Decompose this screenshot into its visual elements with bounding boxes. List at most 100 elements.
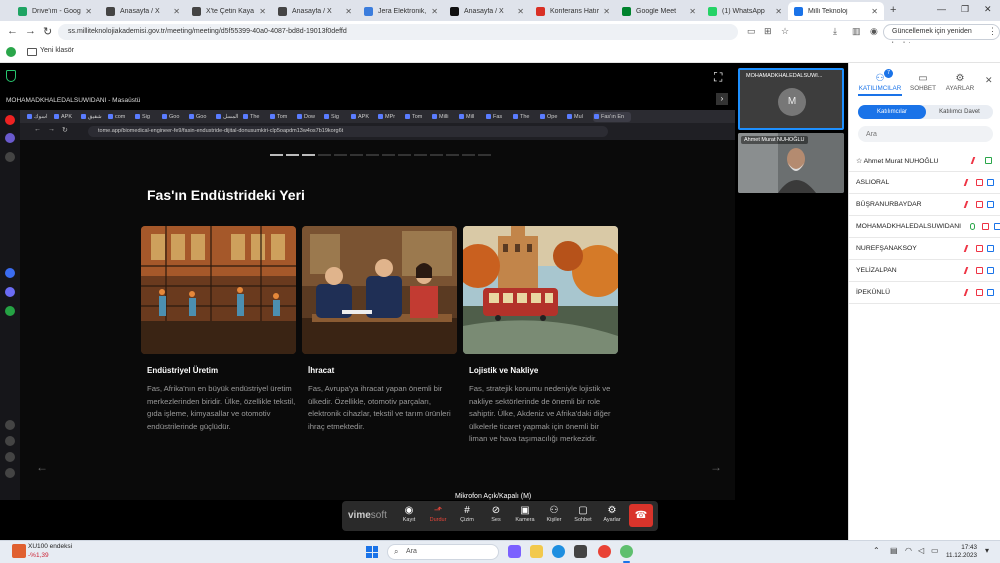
settings-icon[interactable] [5,420,15,430]
close-icon[interactable]: ✕ [85,7,92,16]
camera-off-icon[interactable] [976,289,983,296]
inner-browser-tab[interactable]: Tom [404,112,428,122]
wifi-icon[interactable]: ◠ [905,546,912,555]
prev-slide-icon[interactable]: ← [36,460,48,474]
inner-browser-tab[interactable]: Sig [323,112,347,122]
camera-off-icon[interactable] [976,201,983,208]
close-icon[interactable]: ✕ [985,75,993,86]
stock-name[interactable]: XU100 endeksi [28,543,72,550]
mic-off-icon[interactable] [963,179,974,186]
stop-share-button[interactable]: ⬏ Durdur [425,504,451,528]
minimize-icon[interactable]: — [937,4,946,14]
browser-tab[interactable]: Anasayfa / X ✕ [444,2,530,20]
maximize-icon[interactable]: ❐ [961,4,969,15]
draw-button[interactable]: # Çizim [454,504,480,528]
inner-browser-tab[interactable]: Tom [269,112,293,122]
inner-browser-tab[interactable]: MPr [377,112,401,122]
inner-url-field[interactable]: tome.app/biomedical-engineer-fe9/fasin-e… [88,126,608,137]
people-button[interactable]: ⚇ Kişiler [541,504,567,528]
close-icon[interactable]: ✕ [775,7,782,16]
clock[interactable]: 17:43 11.12.2023 [946,544,977,560]
inner-browser-tab[interactable]: Fas'ın En [593,112,631,122]
browser-tab[interactable]: Anasayfa / X ✕ [100,2,186,20]
screen-icon[interactable] [987,267,994,274]
chevron-up-icon[interactable]: ⌃ [873,546,880,555]
inner-browser-tab[interactable]: المسل [215,112,239,122]
menu-icon[interactable]: ⋮ [988,26,997,37]
participant-row[interactable]: ☆ Ahmet Murat NUHOĞLU [849,150,1000,172]
camera-button[interactable]: ▣ Kamera [512,504,538,528]
camera-off-icon[interactable] [976,267,983,274]
history-icon[interactable] [5,452,15,462]
participant-row[interactable]: İPEKÜNLÜ [849,282,1000,304]
inner-browser-tab[interactable]: Sig [134,112,158,122]
forward-icon[interactable]: → [25,25,36,37]
stock-widget-icon[interactable] [12,544,26,558]
browser-tab[interactable]: Drive'ım - Google ✕ [12,2,98,20]
next-slide-icon[interactable]: → [710,460,722,474]
browser-tab[interactable]: (1) WhatsApp ✕ [702,2,788,20]
start-icon[interactable] [366,546,378,558]
inner-browser-tab[interactable]: Dow [296,112,320,122]
close-icon[interactable]: ✕ [345,7,352,16]
browser-tab[interactable]: Konferans Hatırla ✕ [530,2,616,20]
screen-icon[interactable] [987,289,994,296]
record-button[interactable]: ◉ Kayıt [396,504,422,528]
participant-row[interactable]: ASLIORAL [849,172,1000,194]
settings-button[interactable]: ⚙ Ayarlar [599,504,625,528]
mic-off-icon[interactable] [963,201,974,208]
workspace-icon[interactable] [5,133,15,143]
mic-off-icon[interactable] [970,157,981,164]
sidebar-icon[interactable]: ▥ [852,26,861,37]
fullscreen-icon[interactable]: ⛶ [714,70,722,85]
close-icon[interactable]: ✕ [603,7,610,16]
browser-tab[interactable]: Anasayfa / X ✕ [272,2,358,20]
video-tile-presenter[interactable]: MOHAMADKHALEDALSUWI... M [738,68,844,130]
camera-off-icon[interactable] [982,223,989,230]
reload-icon[interactable]: ↻ [62,126,68,134]
apps-icon[interactable] [6,47,16,57]
inner-browser-tab[interactable]: The [512,112,536,122]
chrome-icon[interactable] [598,545,611,558]
mic-button[interactable]: ⊘ Ses [483,504,509,528]
taskbar-search[interactable]: ⌕ Ara [387,544,499,560]
segment-invite[interactable]: Katılımcı Davet [926,105,993,119]
messenger-icon[interactable] [5,287,15,297]
expand-arrow-icon[interactable]: › [716,93,728,105]
edge-icon[interactable] [552,545,565,558]
bookmark-star-icon[interactable]: ☆ [781,26,789,37]
camera-on-icon[interactable] [985,157,992,164]
heart-icon[interactable] [5,436,15,446]
mic-off-icon[interactable] [963,245,974,252]
screen-icon[interactable] [987,245,994,252]
network-icon[interactable]: ▤ [890,546,898,555]
chat-app-icon[interactable] [508,545,521,558]
back-icon[interactable]: ← [34,126,41,133]
tab-chat[interactable]: ▭ SOHBET [907,73,939,92]
home-icon[interactable] [5,152,15,162]
mic-off-icon[interactable] [963,267,974,274]
bookmark-folder[interactable]: Yeni klasör [40,47,74,54]
close-icon[interactable]: ✕ [173,7,180,16]
mic-on-icon[interactable] [970,223,975,230]
participant-row[interactable]: BÜŞRANURBAYDAR [849,194,1000,216]
back-icon[interactable]: ← [7,25,18,37]
mic-off-icon[interactable] [963,289,974,296]
close-icon[interactable]: ✕ [259,7,266,16]
screen-icon[interactable] [994,223,1000,230]
hangup-button[interactable]: ☎ [629,504,653,527]
participant-row[interactable]: MOHAMADKHALEDALSUWIDANI [849,216,1000,238]
aria-icon[interactable] [5,268,15,278]
profile-icon[interactable]: ◉ [870,26,878,37]
close-icon[interactable]: ✕ [871,7,878,16]
video-tile-host[interactable]: Ahmet Murat NUHOĞLU [738,133,844,193]
screen-icon[interactable] [987,201,994,208]
browser-tab[interactable]: Jera Elektronik, C✕ [358,2,444,20]
whatsapp-icon[interactable] [5,306,15,316]
volume-icon[interactable]: ◁ [918,546,924,555]
close-icon[interactable]: ✕ [517,7,524,16]
tab-settings[interactable]: ⚙ AYARLAR [943,73,977,92]
inner-browser-tab[interactable]: APK [53,112,77,122]
close-icon[interactable]: ✕ [431,7,438,16]
inner-browser-tab[interactable]: اسوك [26,112,50,122]
